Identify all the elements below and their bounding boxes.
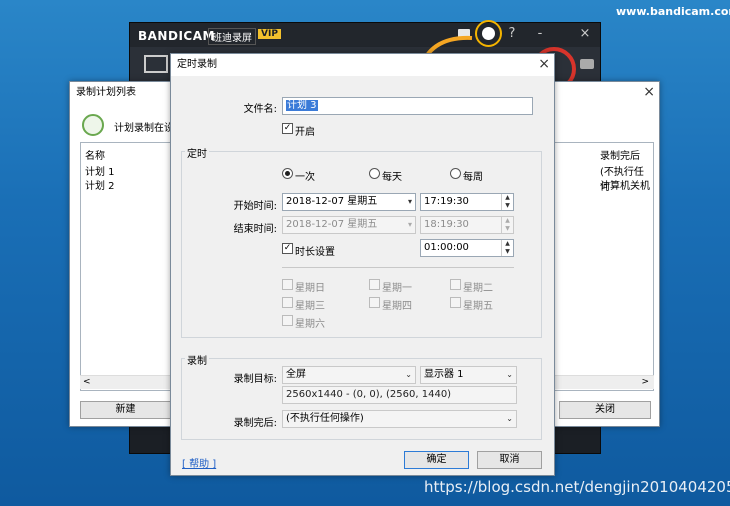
duration-label: 时长设置 [295,247,335,258]
start-date-picker[interactable]: 2018-12-07 星期五 ▾ [282,193,416,211]
new-button[interactable]: 新建 [80,401,171,419]
target-label: 录制目标: [233,374,277,385]
resolution-value: 2560x1440 - (0, 0), (2560, 1440) [286,389,452,400]
list-close-button[interactable]: 关闭 [559,401,651,419]
column-header-after[interactable]: 录制完后 [600,147,640,162]
screen-mode-icon[interactable] [144,55,168,73]
list-window-close-icon[interactable]: × [643,82,655,102]
monitor-value: 显示器 1 [424,369,464,380]
help-button[interactable]: ? [505,26,519,41]
duration-checkbox[interactable]: ✓ [282,243,293,254]
start-date-value: 2018-12-07 星期五 [286,196,378,207]
start-time-input[interactable]: 17:19:30 ▲ ▼ [420,193,514,211]
vip-badge: VIP [258,29,281,39]
end-date-picker: 2018-12-07 星期五 ▾ [282,216,416,234]
target-select[interactable]: 全屏 ⌄ [282,366,416,384]
filename-input[interactable]: 计划 3 [282,97,533,115]
end-time-value: 18:19:30 [424,219,469,230]
target-value: 全屏 [286,369,306,380]
day-checkbox-sunday [282,279,293,290]
scroll-right-icon[interactable]: > [641,377,649,387]
day-label: 星期六 [295,319,325,330]
start-time-label: 开始时间: [233,201,277,212]
after-label: 录制完后: [233,418,277,429]
end-date-value: 2018-12-07 星期五 [286,219,378,230]
minimize-button[interactable]: - [533,26,547,41]
day-checkbox-friday [450,297,461,308]
filename-value: 计划 3 [286,100,318,111]
monitor-select[interactable]: 显示器 1 ⌄ [420,366,517,384]
after-value: (不执行任何操作) [286,413,364,424]
dialog-close-icon[interactable]: × [538,54,550,74]
table-row[interactable]: 计划 2 [85,177,115,192]
table-row[interactable]: 计划 1 [85,163,115,178]
duration-spinner-icon[interactable]: ▲ ▼ [501,240,513,256]
csdn-watermark: https://blog.csdn.net/dengjin20104042056 [424,478,730,496]
chevron-down-icon[interactable]: ⌄ [506,411,513,427]
ok-button[interactable]: 确定 [404,451,469,469]
end-time-input: 18:19:30 ▲ ▼ [420,216,514,234]
day-checkbox-wednesday [282,297,293,308]
after-select[interactable]: (不执行任何操作) ⌄ [282,410,517,428]
calendar-dropdown-icon[interactable]: ▾ [408,194,412,210]
radio-daily-label: 每天 [382,172,402,183]
camera-icon[interactable] [580,59,594,69]
calendar-dropdown-icon: ▾ [407,220,412,229]
cancel-button[interactable]: 取消 [477,451,542,469]
timer-group-title: 定时 [185,145,209,160]
chevron-down-icon[interactable]: ⌄ [506,367,513,383]
bandicam-watermark: www.bandicam.com [616,5,730,18]
enable-label: 开启 [295,127,315,138]
duration-value: 01:00:00 [424,242,469,253]
day-label: 星期三 [295,301,325,312]
day-checkbox-tuesday [450,279,461,290]
radio-once[interactable] [282,168,293,179]
bandicam-titlebar: BANDICAM 班迪录屏 VIP ? - × [130,23,600,47]
end-time-spinner-icon: ▲ ▼ [501,217,513,233]
day-checkbox-monday [369,279,380,290]
row-after-cell: 计算机关机 [600,181,650,192]
resolution-display: 2560x1440 - (0, 0), (2560, 1440) [282,386,517,404]
radio-weekly[interactable] [450,168,461,179]
day-label: 星期五 [463,301,493,312]
radio-once-label: 一次 [295,172,315,183]
schedule-dialog: 定时录制 × 文件名: 计划 3 ✓ 开启 定时 一次 每天 每周 开始时间: … [170,53,555,476]
record-group-title: 录制 [185,352,209,367]
bandicam-logo: BANDICAM [138,29,215,43]
divider [282,267,514,268]
radio-daily[interactable] [369,168,380,179]
filename-label: 文件名: [243,104,277,115]
start-time-value: 17:19:30 [424,196,469,207]
start-time-spinner-icon[interactable]: ▲ ▼ [501,194,513,210]
day-label: 星期二 [463,283,493,294]
list-header-text: 计划录制在设 [114,123,174,134]
end-time-label: 结束时间: [233,224,277,235]
chevron-down-icon[interactable]: ⌄ [405,367,412,383]
column-header-name[interactable]: 名称 [85,147,105,162]
day-label: 星期四 [382,301,412,312]
day-checkbox-saturday [282,315,293,326]
help-link[interactable]: [ 帮助 ] [182,455,216,470]
refresh-icon [82,114,104,136]
dialog-title: 定时录制 [171,54,554,76]
bandicam-close-button[interactable]: × [578,26,592,41]
radio-weekly-label: 每周 [463,172,483,183]
day-checkbox-thursday [369,297,380,308]
duration-input[interactable]: 01:00:00 ▲ ▼ [420,239,514,257]
day-label: 星期日 [295,283,325,294]
enable-checkbox[interactable]: ✓ [282,123,293,134]
bandicam-subtitle: 班迪录屏 [208,28,256,45]
scroll-left-icon[interactable]: < [83,377,91,387]
day-label: 星期一 [382,283,412,294]
